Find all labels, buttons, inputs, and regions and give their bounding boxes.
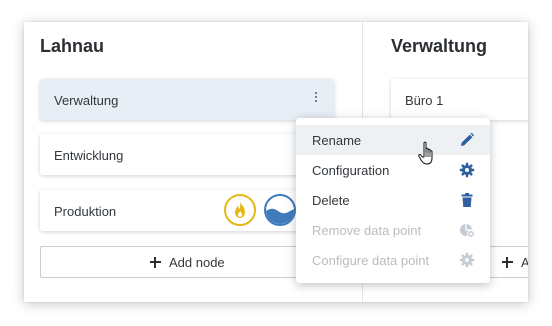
node-context-menu: Rename Configuration Delete Remove data … xyxy=(296,118,490,283)
column-title-right: Verwaltung xyxy=(391,36,488,56)
node-buero-1[interactable]: Büro 1 xyxy=(391,79,528,120)
menu-item-label: Configure data point xyxy=(312,253,430,268)
add-node-label: A xyxy=(521,255,528,270)
pencil-icon xyxy=(461,132,475,146)
node-produktion[interactable]: Produktion xyxy=(40,190,334,231)
gear-icon xyxy=(459,162,475,178)
menu-item-label: Remove data point xyxy=(312,223,422,238)
plus-icon xyxy=(502,257,513,268)
menu-item-rename[interactable]: Rename xyxy=(296,125,490,155)
trash-icon xyxy=(461,193,473,207)
add-node-label: Add node xyxy=(169,255,225,270)
water-icon[interactable] xyxy=(264,194,296,226)
fire-icon[interactable] xyxy=(224,194,256,226)
node-label: Produktion xyxy=(54,204,117,219)
add-node-button[interactable]: Add node xyxy=(40,246,338,278)
node-label: Verwaltung xyxy=(54,93,119,108)
gear-icon xyxy=(459,252,475,268)
hand-cursor-icon xyxy=(418,141,433,165)
menu-item-delete[interactable]: Delete xyxy=(296,185,490,215)
menu-item-label: Rename xyxy=(312,133,362,148)
plus-icon xyxy=(150,257,161,268)
column-title-left: Lahnau xyxy=(40,36,105,56)
node-entwicklung[interactable]: Entwicklung xyxy=(40,134,334,175)
more-options-icon[interactable] xyxy=(312,92,320,106)
menu-item-remove-data-point[interactable]: Remove data point xyxy=(296,215,490,245)
remove-datapoint-icon xyxy=(460,224,475,238)
menu-item-label: Configuration xyxy=(312,163,390,178)
node-label: Büro 1 xyxy=(405,93,444,108)
menu-item-configure-data-point[interactable]: Configure data point xyxy=(296,245,490,275)
node-verwaltung[interactable]: Verwaltung xyxy=(40,79,334,120)
node-label: Entwicklung xyxy=(54,148,124,163)
menu-item-configuration[interactable]: Configuration xyxy=(296,155,490,185)
menu-item-label: Delete xyxy=(312,193,350,208)
